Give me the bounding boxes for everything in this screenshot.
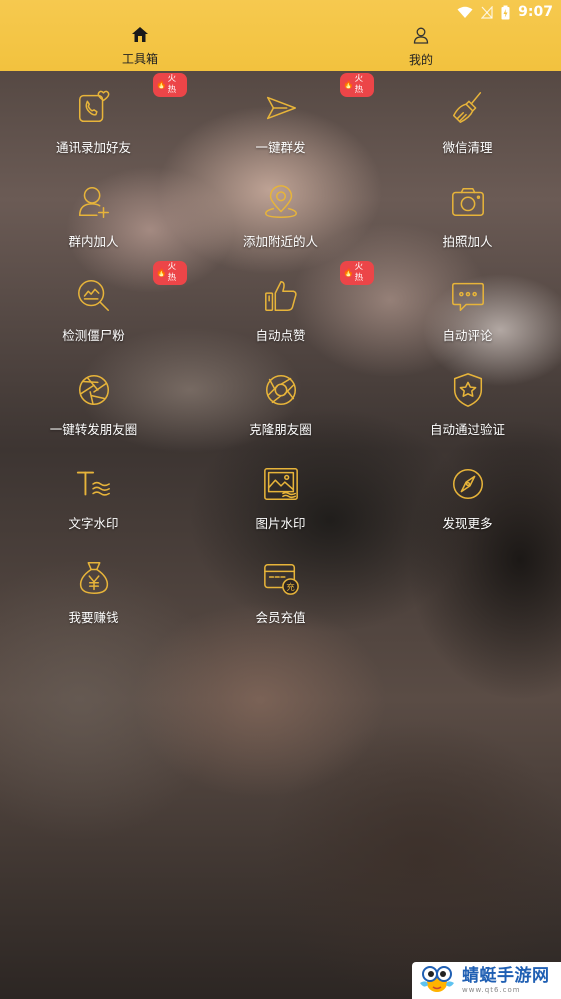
tool-add-contacts[interactable]: 🔥 火热 通讯录加好友 <box>0 71 187 165</box>
tool-zombie-check[interactable]: 🔥 火热 检测僵尸粉 <box>0 259 187 353</box>
tool-group-add[interactable]: 群内加人 <box>0 165 187 259</box>
flame-icon: 🔥 <box>156 79 167 90</box>
watermark-url: www.qt6.com <box>462 985 521 994</box>
text-watermark-icon <box>74 464 114 504</box>
hot-badge: 🔥 火热 <box>153 73 187 97</box>
tool-clone-moments[interactable]: 克隆朋友圈 <box>187 353 374 447</box>
tab-toolbox-label: 工具箱 <box>121 52 158 66</box>
tool-image-watermark[interactable]: 图片水印 <box>187 447 374 541</box>
home-icon <box>131 26 149 47</box>
hot-badge: 🔥 火热 <box>340 261 374 285</box>
tool-label: 自动点赞 <box>255 328 306 343</box>
camera-icon <box>448 182 488 222</box>
tool-earn-money[interactable]: 我要赚钱 <box>0 541 187 635</box>
clone-aperture-icon <box>261 370 301 410</box>
tab-mine[interactable]: 我的 <box>361 26 481 68</box>
tool-label: 微信清理 <box>442 140 493 155</box>
tool-nearby[interactable]: 添加附近的人 <box>187 165 374 259</box>
flame-icon: 🔥 <box>343 79 354 90</box>
tool-auto-comment[interactable]: 自动评论 <box>374 259 561 353</box>
tool-label: 我要赚钱 <box>68 610 119 625</box>
status-time: 9:07 <box>518 4 553 20</box>
flame-icon: 🔥 <box>343 267 354 278</box>
tool-wechat-clean[interactable]: 微信清理 <box>374 71 561 165</box>
tool-discover-more[interactable]: 发现更多 <box>374 447 561 541</box>
tool-label: 自动评论 <box>442 328 493 343</box>
tool-photo-add[interactable]: 拍照加人 <box>374 165 561 259</box>
moments-aperture-icon <box>74 370 114 410</box>
add-person-icon <box>74 182 114 222</box>
tool-label: 一键转发朋友圈 <box>49 422 138 437</box>
location-pin-icon <box>261 182 301 222</box>
tool-text-watermark[interactable]: 文字水印 <box>0 447 187 541</box>
person-icon <box>412 26 430 48</box>
flame-icon: 🔥 <box>156 267 167 278</box>
tool-auto-verify[interactable]: 自动通过验证 <box>374 353 561 447</box>
tab-toolbox[interactable]: 工具箱 <box>80 26 200 67</box>
contacts-phone-heart-icon <box>74 88 114 128</box>
tool-label: 添加附近的人 <box>242 234 318 249</box>
top-header: 9:07 工具箱 我的 <box>0 0 561 71</box>
no-signal-icon <box>481 5 493 19</box>
battery-charging-icon <box>501 5 510 20</box>
tool-label: 发现更多 <box>442 516 493 531</box>
tool-label: 图片水印 <box>255 516 306 531</box>
tool-label: 自动通过验证 <box>429 422 505 437</box>
tab-mine-label: 我的 <box>408 53 433 67</box>
watermark-title: 蜻蜓手游网 <box>462 965 550 986</box>
money-bag-icon <box>74 558 114 598</box>
tool-label: 拍照加人 <box>442 234 493 249</box>
tool-label: 会员充值 <box>255 610 306 625</box>
compass-icon <box>448 464 488 504</box>
hot-badge: 🔥 火热 <box>153 261 187 285</box>
svg-text:充: 充 <box>286 581 295 593</box>
send-plane-icon <box>261 88 301 128</box>
recharge-card-icon: 充 <box>261 558 301 598</box>
tool-forward-moments[interactable]: 一键转发朋友圈 <box>0 353 187 447</box>
tool-vip-recharge[interactable]: 充 会员充值 <box>187 541 374 635</box>
tool-label: 克隆朋友圈 <box>249 422 312 437</box>
status-bar: 9:07 <box>0 0 561 24</box>
tool-label: 文字水印 <box>68 516 119 531</box>
tool-label: 通讯录加好友 <box>55 140 131 155</box>
wifi-icon <box>457 6 473 19</box>
tool-auto-like[interactable]: 🔥 火热 自动点赞 <box>187 259 374 353</box>
broom-icon <box>448 88 488 128</box>
hot-badge: 🔥 火热 <box>340 73 374 97</box>
thumbs-up-icon <box>261 276 301 316</box>
tool-label: 检测僵尸粉 <box>62 328 125 343</box>
shield-star-icon <box>448 370 488 410</box>
comment-bubble-icon <box>448 276 488 316</box>
image-watermark-icon <box>261 464 301 504</box>
tool-label: 一键群发 <box>255 140 306 155</box>
dragonfly-mascot-icon <box>418 963 456 999</box>
tool-mass-send[interactable]: 🔥 火热 一键群发 <box>187 71 374 165</box>
magnifier-detect-icon <box>74 276 114 316</box>
site-watermark: 蜻蜓手游网 www.qt6.com <box>412 962 561 999</box>
tool-label: 群内加人 <box>68 234 119 249</box>
